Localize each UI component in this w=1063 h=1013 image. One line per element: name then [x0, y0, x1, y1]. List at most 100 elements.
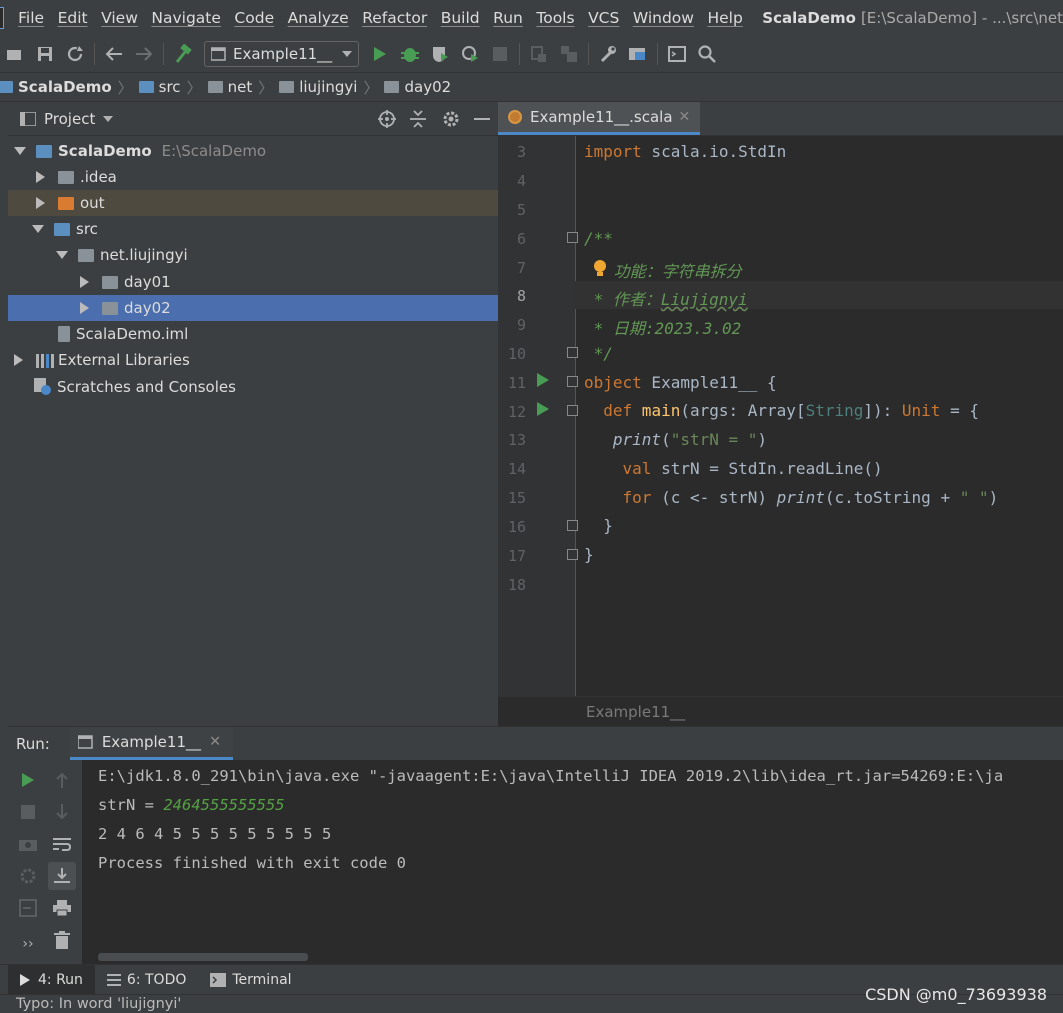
run-gutter-icon[interactable]: [537, 402, 549, 416]
exit-button[interactable]: [14, 894, 42, 922]
editor-breadcrumb: Example11__: [498, 696, 1063, 726]
fold-marker-icon[interactable]: [567, 232, 578, 243]
editor-breadcrumb-item[interactable]: Example11__: [586, 703, 685, 721]
breadcrumb-day02[interactable]: day02: [384, 78, 451, 96]
package-icon: [102, 301, 118, 315]
stop-button[interactable]: [14, 798, 42, 826]
scroll-to-end-button[interactable]: [48, 862, 76, 890]
menu-edit[interactable]: Edit: [58, 9, 88, 27]
chevron-down-icon: [14, 147, 26, 155]
close-icon[interactable]: ✕: [209, 734, 221, 750]
run-button[interactable]: [365, 39, 395, 69]
chevron-down-icon[interactable]: [103, 115, 114, 122]
tree-item-day02[interactable]: day02: [8, 295, 568, 321]
run-tab-example11[interactable]: Example11__ ✕: [69, 727, 234, 760]
tool-tab-todo[interactable]: 6: TODO: [95, 965, 198, 994]
project-view-icon: [20, 111, 36, 126]
toolbar-separator: [163, 43, 164, 65]
tree-item-out[interactable]: out: [8, 190, 524, 216]
menu-tools[interactable]: Tools: [536, 9, 574, 27]
breadcrumb-net[interactable]: net: [207, 78, 252, 96]
tree-item-day01[interactable]: day01: [8, 269, 568, 295]
gear-icon[interactable]: [442, 110, 460, 128]
chevron-down-icon: [342, 51, 352, 57]
tool-tab-terminal[interactable]: Terminal: [198, 965, 303, 994]
build-button[interactable]: [168, 39, 198, 69]
tree-item-src[interactable]: src: [8, 216, 522, 242]
project-structure-button[interactable]: [623, 39, 653, 69]
run-gutter-icon[interactable]: [537, 373, 549, 387]
profile-button[interactable]: [455, 39, 485, 69]
fold-marker-icon[interactable]: [567, 549, 578, 560]
menu-file[interactable]: File: [18, 9, 44, 27]
tree-item-external-libraries[interactable]: External Libraries: [8, 347, 502, 373]
locate-file-icon[interactable]: [378, 109, 396, 128]
scroll-down-button[interactable]: [48, 798, 76, 826]
settings-button[interactable]: [593, 39, 623, 69]
close-icon[interactable]: ✕: [679, 109, 691, 125]
debug-button[interactable]: [395, 39, 425, 69]
breadcrumb-project[interactable]: ScalaDemo: [0, 78, 112, 96]
forward-button[interactable]: [129, 39, 159, 69]
minimize-icon[interactable]: [474, 117, 490, 121]
project-panel-title[interactable]: Project: [44, 110, 95, 128]
collapse-all-icon[interactable]: [410, 109, 426, 128]
print-button[interactable]: [48, 894, 76, 922]
settings-button[interactable]: [14, 862, 42, 890]
tool-tab-run[interactable]: 4: Run: [8, 965, 95, 994]
search-button[interactable]: [692, 39, 722, 69]
editor-tab-example11[interactable]: Example11__.scala ✕: [498, 102, 701, 135]
project-folder-icon: [36, 144, 52, 158]
play-icon: [374, 47, 386, 61]
line-number: 11: [507, 374, 526, 392]
save-all-button[interactable]: [30, 39, 60, 69]
tree-item-idea[interactable]: .idea: [8, 164, 524, 190]
stop-button[interactable]: [485, 39, 515, 69]
soft-wrap-button[interactable]: [48, 830, 76, 858]
run-configuration-label: Example11__: [233, 45, 333, 63]
fold-marker-icon[interactable]: [567, 520, 578, 531]
fold-marker-icon[interactable]: [567, 347, 578, 358]
run-panel-header: Run: Example11__ ✕: [8, 726, 1063, 760]
menu-navigate[interactable]: Navigate: [151, 9, 221, 27]
fold-marker-icon[interactable]: [567, 405, 578, 416]
breadcrumb-liujingyi[interactable]: liujingyi: [279, 78, 357, 96]
back-button[interactable]: [99, 39, 129, 69]
terminal-button[interactable]: [662, 39, 692, 69]
menu-refactor[interactable]: Refactor: [362, 9, 427, 27]
menu-vcs[interactable]: VCS: [588, 9, 619, 27]
window-icon: [668, 46, 686, 62]
wrap-icon: [53, 838, 71, 851]
breadcrumb-src[interactable]: src: [138, 78, 181, 96]
coverage-button[interactable]: [425, 39, 455, 69]
chevron-right-icon: [36, 171, 45, 183]
tree-item-scratches[interactable]: Scratches and Consoles: [8, 374, 524, 400]
horizontal-scrollbar[interactable]: [98, 953, 308, 961]
menu-build[interactable]: Build: [441, 9, 480, 27]
vcs-commit-button[interactable]: [554, 39, 584, 69]
vcs-update-button[interactable]: [524, 39, 554, 69]
tree-item-scalademo[interactable]: ScalaDemo E:\ScalaDemo: [8, 138, 504, 164]
more-icon[interactable]: ››: [14, 930, 42, 958]
tree-item-scalademo-iml[interactable]: ScalaDemo.iml: [8, 321, 548, 347]
menu-window[interactable]: Window: [633, 9, 694, 27]
line-number: 16: [507, 518, 526, 536]
menu-help[interactable]: Help: [707, 9, 742, 27]
clear-all-button[interactable]: [48, 926, 76, 954]
wrench-icon: [600, 46, 616, 63]
menu-code[interactable]: Code: [234, 9, 274, 27]
menu-analyze[interactable]: Analyze: [288, 9, 349, 27]
menu-view[interactable]: View: [101, 9, 138, 27]
chevron-right-icon: [14, 354, 23, 366]
open-folder-button[interactable]: [0, 39, 30, 69]
chevron-right-icon: [80, 276, 89, 288]
scroll-up-button[interactable]: [48, 766, 76, 794]
run-configuration-select[interactable]: Example11__: [204, 41, 359, 67]
menu-run[interactable]: Run: [493, 9, 523, 27]
sync-button[interactable]: [60, 39, 90, 69]
rerun-button[interactable]: [14, 766, 42, 794]
fold-marker-icon[interactable]: [567, 376, 578, 387]
stop-icon: [21, 805, 35, 819]
dump-threads-button[interactable]: [14, 830, 42, 858]
tree-item-net-liujingyi[interactable]: net.liujingyi: [8, 242, 546, 268]
